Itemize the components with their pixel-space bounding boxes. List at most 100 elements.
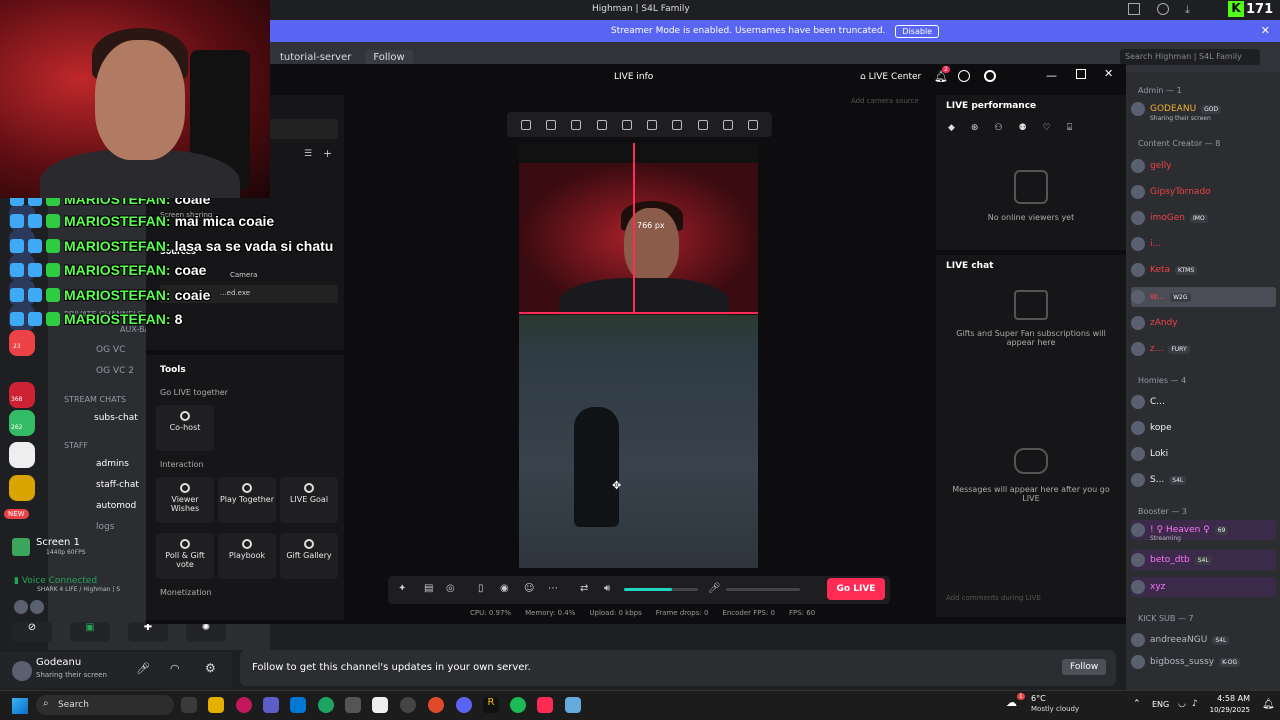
- follower-icon[interactable]: ⚉: [1019, 123, 1027, 133]
- diamond-icon[interactable]: ◆: [948, 123, 955, 133]
- scene-icon[interactable]: ▤: [424, 583, 433, 594]
- effects-icon[interactable]: ☺: [524, 583, 534, 594]
- delete-icon[interactable]: [748, 119, 759, 130]
- inbox-icon[interactable]: [1128, 3, 1140, 15]
- member-item[interactable]: C...: [1131, 392, 1165, 412]
- channel-admins[interactable]: admins: [96, 459, 129, 469]
- server-icon[interactable]: 23: [9, 330, 35, 356]
- expand-icon[interactable]: [545, 119, 556, 130]
- live-goal-button[interactable]: LIVE Goal: [280, 477, 338, 523]
- member-item[interactable]: andreeaNGU S4L: [1131, 630, 1230, 650]
- help-icon[interactable]: [958, 70, 970, 82]
- screen-share-off-icon[interactable]: ⊘: [12, 622, 52, 642]
- playbook-button[interactable]: Playbook: [218, 533, 276, 579]
- spotify-icon[interactable]: [510, 697, 526, 713]
- stream-preview[interactable]: 766 px ✥: [519, 143, 758, 568]
- close-icon[interactable]: ✕: [1104, 67, 1113, 80]
- weather-icon[interactable]: ☁: [1006, 696, 1017, 709]
- channel-automod[interactable]: automod: [96, 501, 136, 511]
- channel-logs[interactable]: logs: [96, 522, 114, 532]
- rotate-icon[interactable]: [723, 119, 734, 130]
- layout-toggle[interactable]: [270, 119, 338, 139]
- category-stream-chats[interactable]: STREAM CHATS: [64, 395, 126, 404]
- avatar[interactable]: [12, 661, 32, 681]
- wifi-icon[interactable]: ◡: [1178, 699, 1186, 709]
- file-explorer-icon[interactable]: [208, 697, 224, 713]
- chevron-up-icon[interactable]: ⌃: [1133, 699, 1141, 709]
- fit-icon[interactable]: [520, 119, 531, 130]
- opera-icon[interactable]: [236, 697, 252, 713]
- maximize-icon[interactable]: [1076, 69, 1086, 79]
- clock-date[interactable]: 10/29/2025: [1202, 706, 1250, 714]
- comment-input[interactable]: Add comments during LIVE: [942, 590, 1110, 608]
- gift-icon[interactable]: ⌸: [1067, 123, 1072, 133]
- clock-time[interactable]: 4:58 AM: [1206, 694, 1250, 703]
- cohost-button[interactable]: Co-host: [156, 405, 214, 451]
- activities-icon[interactable]: ✚: [128, 622, 168, 642]
- disable-button[interactable]: Disable: [895, 24, 940, 38]
- download-icon[interactable]: ⤓: [1185, 3, 1190, 17]
- voice-channel-og-vc-2[interactable]: OG VC 2: [96, 366, 134, 376]
- list-icon[interactable]: ☰: [304, 149, 312, 159]
- game-launcher-icon[interactable]: [428, 697, 444, 713]
- heart-icon[interactable]: ♡: [1043, 123, 1051, 133]
- app-window-icon[interactable]: [565, 697, 581, 713]
- settings-icon[interactable]: [984, 70, 996, 82]
- volume-icon[interactable]: 🔊︎: [604, 583, 610, 594]
- more-icon[interactable]: ⋯: [548, 583, 558, 594]
- taskbar-search[interactable]: ⌕ Search: [36, 695, 174, 715]
- member-item[interactable]: S... S4L: [1131, 470, 1187, 490]
- teams-icon[interactable]: [263, 697, 279, 713]
- member-item[interactable]: bigboss_sussy K-OG: [1131, 652, 1241, 672]
- steam-icon[interactable]: [345, 697, 361, 713]
- gift-gallery-button[interactable]: Gift Gallery: [280, 533, 338, 579]
- game-source[interactable]: [519, 315, 758, 568]
- live-info-title[interactable]: LIVE info: [614, 72, 653, 82]
- record-icon[interactable]: ◉: [500, 583, 509, 594]
- member-item[interactable]: xyz: [1131, 577, 1276, 597]
- help-icon[interactable]: [1157, 3, 1169, 15]
- settings-icon[interactable]: ⚙: [205, 661, 216, 675]
- center-icon[interactable]: [571, 119, 582, 130]
- follow-button[interactable]: Follow: [1062, 659, 1107, 675]
- microphone-icon[interactable]: 🎤︎: [708, 583, 721, 594]
- outlook-icon[interactable]: [290, 697, 306, 713]
- channel-subs-chat[interactable]: subs-chat: [94, 413, 138, 423]
- crop-icon[interactable]: [596, 119, 607, 130]
- webcam-source[interactable]: [519, 163, 758, 338]
- voice-channel-og-vc[interactable]: OG VC: [96, 345, 125, 355]
- store-icon[interactable]: [372, 697, 388, 713]
- go-live-button[interactable]: Go LIVE: [827, 578, 885, 600]
- language-indicator[interactable]: ENG: [1152, 700, 1169, 709]
- add-icon[interactable]: +: [323, 147, 332, 160]
- member-item[interactable]: z... FURY: [1131, 339, 1190, 359]
- windows-start-icon[interactable]: [12, 698, 28, 714]
- server-icon[interactable]: 368: [9, 382, 35, 408]
- member-item[interactable]: Keta KTMS: [1131, 260, 1198, 280]
- member-item[interactable]: beto_dtb S4L: [1131, 550, 1276, 570]
- layer-down-icon[interactable]: [697, 119, 708, 130]
- member-item[interactable]: kope: [1131, 418, 1172, 438]
- task-view-icon[interactable]: [181, 697, 197, 713]
- member-item[interactable]: Loki: [1131, 444, 1168, 464]
- headphones-icon[interactable]: ◠: [170, 662, 180, 675]
- server-icon[interactable]: [9, 442, 35, 468]
- coin-icon[interactable]: ⊛: [971, 123, 979, 133]
- member-item[interactable]: zAndy: [1131, 313, 1178, 333]
- soundboard-icon[interactable]: ✺: [186, 622, 226, 642]
- play-together-button[interactable]: Play Together: [218, 477, 276, 523]
- member-item[interactable]: w... W2G: [1131, 287, 1276, 307]
- edge-icon[interactable]: [318, 697, 334, 713]
- layer-up-icon[interactable]: [672, 119, 683, 130]
- notification-bell-icon[interactable]: 🔔︎: [1262, 699, 1275, 710]
- add-camera-source[interactable]: Add camera source: [851, 97, 919, 105]
- close-icon[interactable]: ✕: [1261, 24, 1270, 37]
- phone-icon[interactable]: ▯: [478, 583, 484, 594]
- live-center-button[interactable]: ⌂ LIVE Center: [860, 72, 921, 82]
- search-input[interactable]: Search Highman | S4L Family: [1120, 49, 1260, 65]
- member-item[interactable]: i...: [1131, 234, 1161, 254]
- member-item[interactable]: imoGen IMO: [1131, 208, 1208, 228]
- microphone-icon[interactable]: 🎤︎: [136, 662, 150, 675]
- minimize-icon[interactable]: —: [1046, 69, 1057, 82]
- speaker-icon[interactable]: ♪: [1192, 699, 1198, 709]
